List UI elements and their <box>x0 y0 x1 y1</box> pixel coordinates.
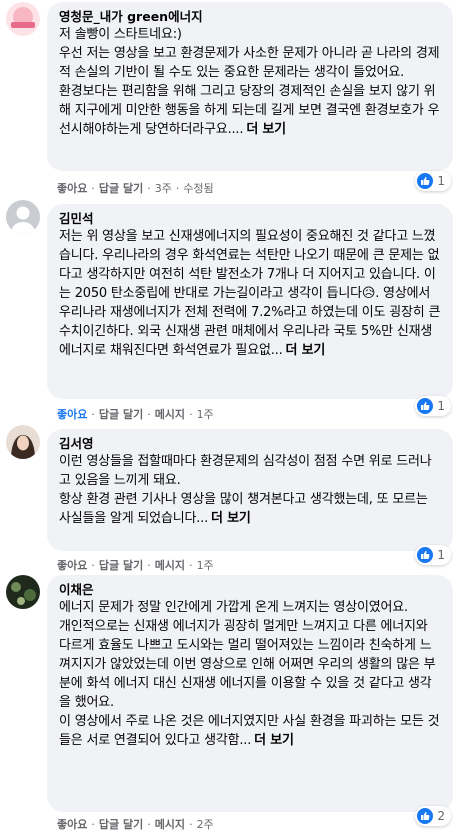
comment-text: 에너지 문제가 정말 인간에게 가깝게 온게 느껴지는 영상이였어요. 개인적으… <box>59 598 443 750</box>
comment-paragraph: 이 영상에서 주로 나온 것은 에너지였지만 사실 환경을 파괴하는 모든 것들… <box>59 714 440 748</box>
thumbs-up-icon <box>417 547 434 563</box>
comment-paragraph: 개인적으로는 신재생 에너지가 굉장히 멀게만 느껴지고 다른 에너지와 다르게… <box>59 619 436 710</box>
avatar[interactable] <box>6 575 40 609</box>
comment-actions: 좋아요 · 답글 달기 · 메시지 · 1주 <box>57 408 214 422</box>
comment-author[interactable]: 김서영 <box>59 436 443 452</box>
see-more-link[interactable]: 더 보기 <box>254 733 294 748</box>
comment-actions: 좋아요 · 답글 달기 · 메시지 · 2주 <box>57 818 214 832</box>
like-button[interactable]: 좋아요 <box>57 182 87 196</box>
like-button[interactable]: 좋아요 <box>57 818 87 832</box>
like-button[interactable]: 좋아요 <box>57 559 87 573</box>
message-button[interactable]: 메시지 <box>155 408 185 422</box>
comment-paragraph: 우선 저는 영상을 보고 환경문제가 사소한 문제가 아니라 곧 나라의 경제적… <box>59 46 440 80</box>
reply-button[interactable]: 답글 달기 <box>99 182 143 196</box>
comment-actions: 좋아요 · 답글 달기 · 메시지 · 1주 <box>57 559 214 573</box>
reply-button[interactable]: 답글 달기 <box>99 408 143 422</box>
reaction-count[interactable]: 2 <box>415 806 451 826</box>
comment-text: 저는 위 영상을 보고 신재생에너지의 필요성이 중요해진 것 같다고 느꼈습니… <box>59 227 443 360</box>
comment-bubble: 김민석 저는 위 영상을 보고 신재생에너지의 필요성이 중요해진 것 같다고 … <box>47 204 453 399</box>
comment-actions: 좋아요 · 답글 달기 · 3주 · 수정됨 <box>57 182 214 196</box>
comment-text: 이런 영상들을 접할때마다 환경문제의 심각성이 점점 수면 위로 드러나고 있… <box>59 452 443 528</box>
see-more-link[interactable]: 더 보기 <box>286 343 326 358</box>
avatar[interactable] <box>6 425 40 459</box>
message-button[interactable]: 메시지 <box>155 559 185 573</box>
comment-timestamp[interactable]: 1주 <box>197 408 214 422</box>
thumbs-up-icon <box>417 173 434 189</box>
comment-timestamp[interactable]: 3주 <box>155 182 172 196</box>
comment-bubble: 이채은 에너지 문제가 정말 인간에게 가깝게 온게 느껴지는 영상이였어요. … <box>47 575 453 812</box>
thumbs-up-icon <box>417 398 434 414</box>
message-button[interactable]: 메시지 <box>155 818 185 832</box>
comment-paragraph: 환경보다는 편리함을 위해 그리고 당장의 경제적인 손실을 보지 않기 위해 … <box>59 84 440 137</box>
comment-bubble: 영청문_내가 green에너지 저 솔빵이 스타트네요:) 우선 저는 영상을 … <box>47 2 453 171</box>
avatar[interactable] <box>6 200 40 234</box>
comment-author[interactable]: 이채은 <box>59 582 443 598</box>
avatar[interactable] <box>6 2 40 36</box>
comment-text: 저 솔빵이 스타트네요:) 우선 저는 영상을 보고 환경문제가 사소한 문제가… <box>59 25 443 139</box>
see-more-link[interactable]: 더 보기 <box>246 122 286 137</box>
see-more-link[interactable]: 더 보기 <box>211 511 251 526</box>
comment-paragraph: 에너지 문제가 정말 인간에게 가깝게 온게 느껴지는 영상이였어요. <box>59 600 408 615</box>
comment-author[interactable]: 영청문_내가 green에너지 <box>59 9 443 25</box>
like-button[interactable]: 좋아요 <box>57 408 87 422</box>
reaction-count[interactable]: 1 <box>415 171 451 191</box>
reaction-count[interactable]: 1 <box>415 545 451 565</box>
comment-paragraph: 저 솔빵이 스타트네요:) <box>59 27 182 42</box>
comment-paragraph: 이런 영상들을 접할때마다 환경문제의 심각성이 점점 수면 위로 드러나고 있… <box>59 454 432 488</box>
comment-bubble: 김서영 이런 영상들을 접할때마다 환경문제의 심각성이 점점 수면 위로 드러… <box>47 429 453 551</box>
comment-paragraph: 저는 위 영상을 보고 신재생에너지의 필요성이 중요해진 것 같다고 느꼈습니… <box>59 229 441 358</box>
comment-paragraph: 항상 환경 관련 기사나 영상을 많이 챙겨본다고 생각했는데, 또 모르는 사… <box>59 492 428 526</box>
reaction-count[interactable]: 1 <box>415 396 451 416</box>
edited-label: 수정됨 <box>183 182 214 195</box>
reply-button[interactable]: 답글 달기 <box>99 818 143 832</box>
comment-timestamp[interactable]: 1주 <box>197 559 214 573</box>
comment-timestamp[interactable]: 2주 <box>197 818 214 832</box>
reply-button[interactable]: 답글 달기 <box>99 559 143 573</box>
comment-author[interactable]: 김민석 <box>59 211 443 227</box>
thumbs-up-icon <box>417 808 434 824</box>
